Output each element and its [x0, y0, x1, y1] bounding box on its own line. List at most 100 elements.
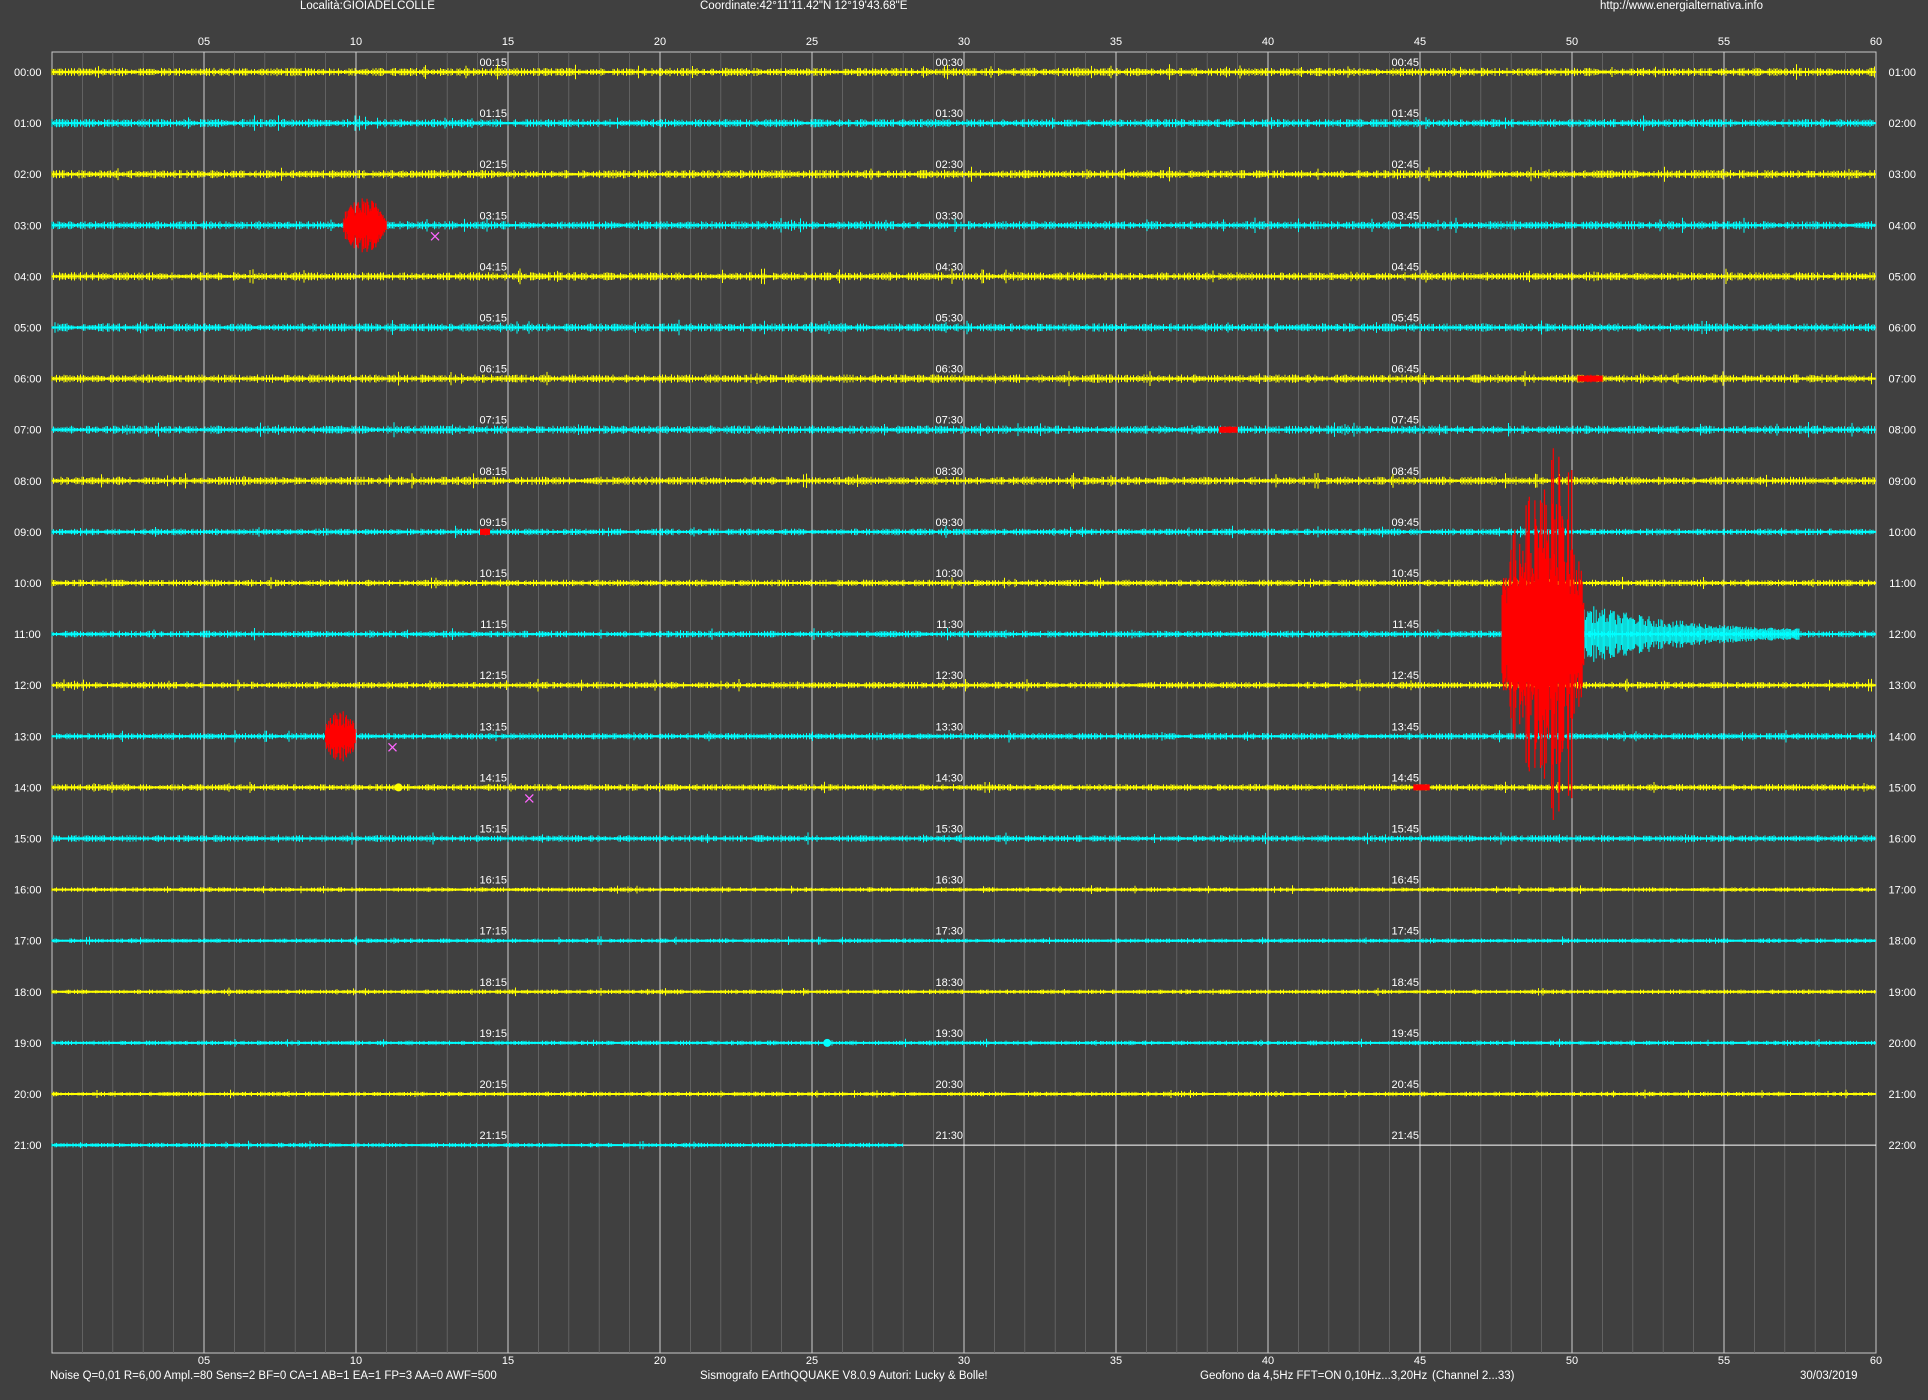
quarter-label: 01:30 [935, 108, 963, 120]
quarter-label: 16:30 [935, 875, 963, 887]
quarter-label: 12:30 [935, 670, 963, 682]
quarter-label: 11:15 [480, 619, 507, 631]
row-label-right: 22:00 [1888, 1140, 1916, 1152]
x-tick-label-bottom: 45 [1414, 1355, 1426, 1367]
quarter-label: 15:45 [1391, 824, 1419, 836]
event-waveform [1501, 448, 1585, 820]
row-label-left: 09:00 [14, 527, 42, 539]
quarter-label: 06:15 [479, 364, 507, 376]
x-tick-label-top: 30 [958, 36, 970, 48]
x-tick-label-bottom: 25 [806, 1355, 818, 1367]
event-waveform [1413, 784, 1430, 791]
row-label-left: 07:00 [14, 425, 42, 437]
quarter-label: 01:15 [479, 108, 507, 120]
quarter-label: 14:30 [935, 772, 963, 784]
row-label-left: 15:00 [14, 834, 42, 846]
row-label-left: 12:00 [14, 680, 42, 692]
row-label-left: 14:00 [14, 782, 42, 794]
row-label-right: 19:00 [1888, 987, 1916, 999]
quarter-label: 00:15 [479, 57, 507, 69]
row-label-right: 20:00 [1888, 1038, 1916, 1050]
quarter-label: 10:30 [935, 568, 963, 580]
x-tick-label-bottom: 30 [958, 1355, 970, 1367]
quarter-label: 03:15 [479, 210, 507, 222]
seismogram-chart: 05 05 10 10 15 15 20 20 25 25 30 30 35 35 40 40 45 45 50 50… [14, 36, 1916, 1367]
x-tick-label-bottom: 55 [1718, 1355, 1730, 1367]
quarter-label: 18:15 [479, 977, 507, 989]
quarter-label: 05:30 [935, 313, 963, 325]
quarter-label: 16:45 [1391, 875, 1419, 887]
row-label-right: 13:00 [1888, 680, 1916, 692]
quarter-label: 20:30 [935, 1079, 963, 1091]
x-tick-label-top: 05 [198, 36, 210, 48]
row-label-right: 05:00 [1888, 271, 1916, 283]
row-label-right: 01:00 [1888, 67, 1916, 79]
date-label: 30/03/2019 [1800, 1370, 1858, 1382]
row-label-right: 07:00 [1888, 374, 1916, 386]
quarter-label: 17:30 [935, 926, 963, 938]
row-label-right: 18:00 [1888, 936, 1916, 948]
quarter-label: 00:45 [1391, 57, 1419, 69]
quarter-label: 04:45 [1391, 261, 1419, 273]
quarter-label: 08:30 [935, 466, 963, 478]
row-label-right: 04:00 [1888, 220, 1916, 232]
row-label-right: 16:00 [1888, 834, 1916, 846]
row-label-left: 02:00 [14, 169, 42, 181]
row-label-right: 09:00 [1888, 476, 1916, 488]
quarter-label: 02:15 [479, 159, 507, 171]
row-label-left: 13:00 [14, 731, 42, 743]
quarter-label: 09:30 [935, 517, 963, 529]
quarter-label: 08:15 [479, 466, 507, 478]
quarter-label: 12:15 [479, 670, 507, 682]
row-label-right: 02:00 [1888, 118, 1916, 130]
quarter-label: 09:45 [1391, 517, 1419, 529]
x-tick-label-bottom: 05 [198, 1355, 210, 1367]
trace-blip [394, 783, 403, 792]
x-tick-label-top: 40 [1262, 36, 1274, 48]
row-label-right: 17:00 [1888, 885, 1916, 897]
row-label-left: 19:00 [14, 1038, 42, 1050]
row-label-left: 00:00 [14, 67, 42, 79]
quarter-label: 18:30 [935, 977, 963, 989]
quarter-label: 17:15 [479, 926, 507, 938]
quarter-label: 20:15 [479, 1079, 507, 1091]
quarter-label: 11:45 [1392, 619, 1419, 631]
quarter-label: 07:15 [479, 415, 507, 427]
row-label-left: 01:00 [14, 118, 42, 130]
x-tick-label-bottom: 40 [1262, 1355, 1274, 1367]
x-tick-label-top: 45 [1414, 36, 1426, 48]
quarter-label: 13:30 [935, 721, 963, 733]
row-label-right: 14:00 [1888, 731, 1916, 743]
quarter-label: 17:45 [1391, 926, 1419, 938]
event-waveform [1218, 426, 1238, 434]
quarter-label: 15:30 [935, 824, 963, 836]
quarter-label: 13:15 [479, 721, 507, 733]
quarter-label: 06:45 [1391, 364, 1419, 376]
row-label-left: 11:00 [14, 629, 41, 641]
quarter-label: 03:45 [1391, 210, 1419, 222]
quarter-label: 19:45 [1391, 1028, 1419, 1040]
x-tick-label-top: 60 [1870, 36, 1882, 48]
quarter-label: 01:45 [1391, 108, 1419, 120]
event-waveform [1577, 374, 1603, 383]
event-waveform [343, 198, 387, 253]
quarter-label: 08:45 [1391, 466, 1419, 478]
quarter-label: 18:45 [1391, 977, 1419, 989]
row-label-left: 21:00 [14, 1140, 42, 1152]
row-label-right: 10:00 [1888, 527, 1916, 539]
quarter-label: 10:45 [1391, 568, 1419, 580]
quarter-label: 04:15 [479, 261, 507, 273]
quarter-label: 06:30 [935, 364, 963, 376]
quarter-label: 05:45 [1391, 313, 1419, 325]
event-marker [388, 742, 397, 752]
event-marker [430, 231, 440, 241]
quarter-label: 11:30 [936, 619, 963, 631]
quarter-label: 15:15 [479, 824, 507, 836]
quarter-label: 21:30 [935, 1130, 963, 1142]
row-label-left: 20:00 [14, 1089, 42, 1101]
quarter-label: 19:15 [479, 1028, 507, 1040]
grid-lines [82, 52, 1846, 1353]
row-label-left: 03:00 [14, 220, 42, 232]
quarter-label: 14:15 [479, 772, 507, 784]
quarter-label: 04:30 [935, 261, 963, 273]
